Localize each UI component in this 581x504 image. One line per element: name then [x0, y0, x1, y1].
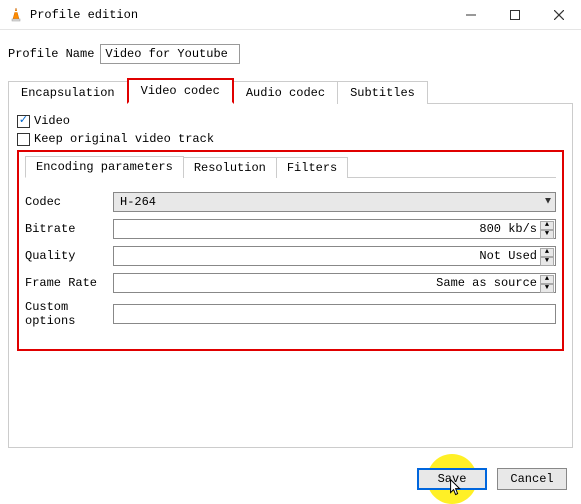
inner-tabs: Encoding parameters Resolution Filters: [25, 156, 556, 178]
cancel-button[interactable]: Cancel: [497, 468, 567, 490]
quality-input[interactable]: Not Used ▲ ▼: [113, 246, 556, 266]
custom-label: Custom options: [25, 300, 113, 328]
cancel-label: Cancel: [510, 472, 553, 486]
save-label: Save: [438, 472, 467, 486]
framerate-label: Frame Rate: [25, 276, 113, 290]
quality-label: Quality: [25, 249, 113, 263]
tab-subtitles[interactable]: Subtitles: [337, 81, 428, 104]
video-check-row: Video: [17, 114, 564, 128]
custom-row: Custom options: [25, 300, 556, 328]
tab-resolution[interactable]: Resolution: [183, 157, 277, 178]
tab-encoding-params[interactable]: Encoding parameters: [25, 156, 184, 178]
video-checkbox[interactable]: [17, 115, 30, 128]
bitrate-label: Bitrate: [25, 222, 113, 236]
framerate-value: Same as source: [436, 276, 537, 290]
tab-audio-codec[interactable]: Audio codec: [233, 81, 338, 104]
tab-encapsulation[interactable]: Encapsulation: [8, 81, 128, 104]
chevron-down-icon: ▼: [545, 197, 551, 208]
quality-up[interactable]: ▲: [540, 248, 554, 257]
framerate-input[interactable]: Same as source ▲ ▼: [113, 273, 556, 293]
custom-input[interactable]: [113, 304, 556, 324]
framerate-down[interactable]: ▼: [540, 284, 554, 293]
tab-video-codec[interactable]: Video codec: [127, 78, 234, 104]
quality-row: Quality Not Used ▲ ▼: [25, 246, 556, 266]
bitrate-up[interactable]: ▲: [540, 221, 554, 230]
codec-value: H-264: [120, 195, 156, 209]
outer-tabs: Encapsulation Video codec Audio codec Su…: [8, 82, 573, 104]
bitrate-input[interactable]: 800 kb/s ▲ ▼: [113, 219, 556, 239]
tab-filters[interactable]: Filters: [276, 157, 348, 178]
app-icon: [8, 7, 24, 23]
keep-original-row: Keep original video track: [17, 132, 564, 146]
profile-row: Profile Name: [8, 44, 573, 64]
titlebar: Profile edition: [0, 0, 581, 30]
video-check-label: Video: [34, 114, 70, 128]
tab-panel: Video Keep original video track Encoding…: [8, 104, 573, 448]
window-title: Profile edition: [30, 8, 449, 22]
framerate-row: Frame Rate Same as source ▲ ▼: [25, 273, 556, 293]
save-button[interactable]: Save: [417, 468, 487, 490]
quality-down[interactable]: ▼: [540, 257, 554, 266]
codec-row: Codec H-264 ▼: [25, 192, 556, 212]
codec-label: Codec: [25, 195, 113, 209]
profile-name-input[interactable]: [100, 44, 240, 64]
codec-select[interactable]: H-264 ▼: [113, 192, 556, 212]
bitrate-down[interactable]: ▼: [540, 230, 554, 239]
quality-value: Not Used: [479, 249, 537, 263]
form-area: Codec H-264 ▼ Bitrate 800 kb/s: [25, 178, 556, 328]
bitrate-value: 800 kb/s: [479, 222, 537, 236]
close-button[interactable]: [537, 0, 581, 29]
keep-original-label: Keep original video track: [34, 132, 214, 146]
encoding-box: Encoding parameters Resolution Filters C…: [17, 150, 564, 351]
bitrate-row: Bitrate 800 kb/s ▲ ▼: [25, 219, 556, 239]
footer-buttons: Save Cancel: [417, 468, 567, 490]
content-area: Profile Name Encapsulation Video codec A…: [0, 30, 581, 448]
maximize-button[interactable]: [493, 0, 537, 29]
window-buttons: [449, 0, 581, 29]
keep-original-checkbox[interactable]: [17, 133, 30, 146]
profile-label: Profile Name: [8, 47, 94, 61]
framerate-up[interactable]: ▲: [540, 275, 554, 284]
minimize-button[interactable]: [449, 0, 493, 29]
